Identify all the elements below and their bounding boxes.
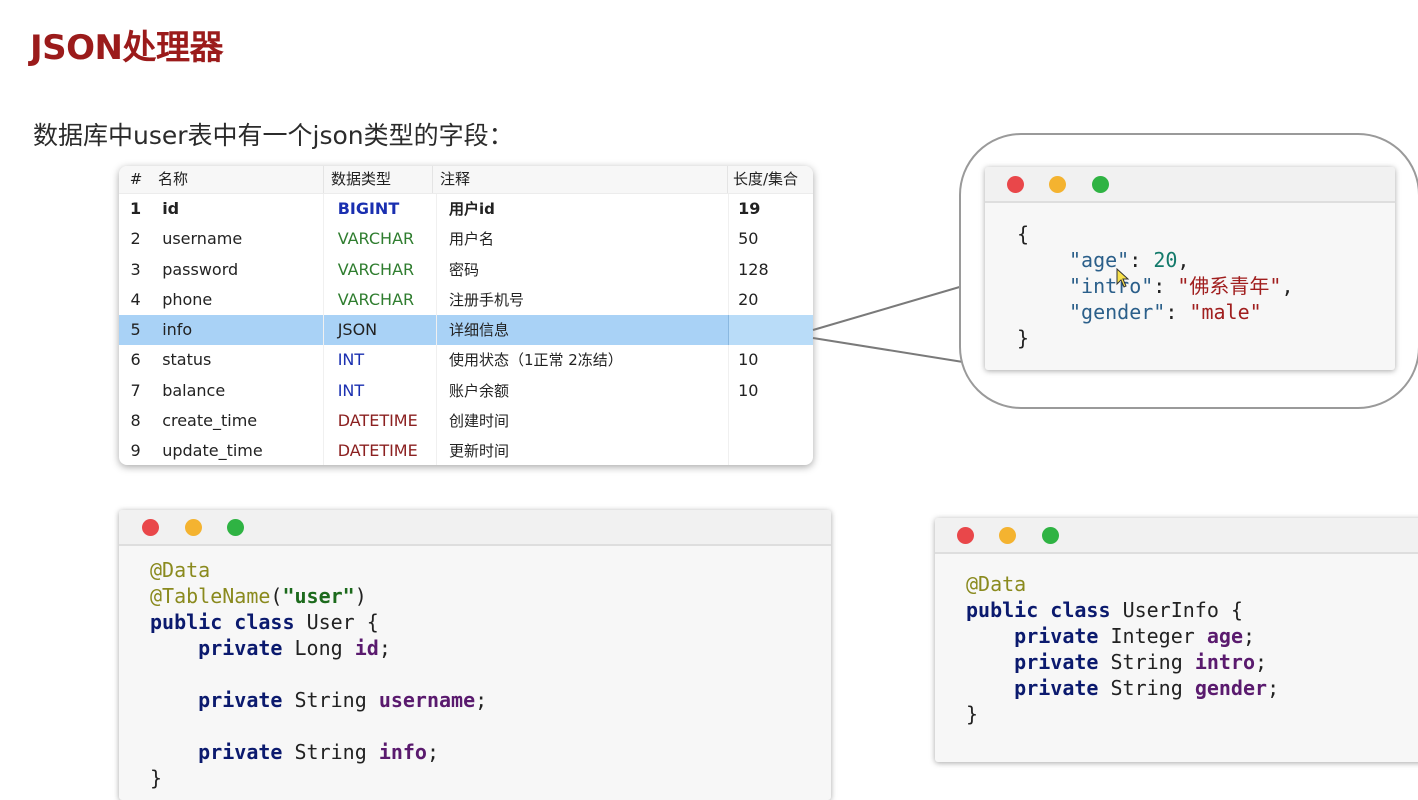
field-type: String (1110, 676, 1183, 700)
userinfo-class-code: @Data public class UserInfo { private In… (935, 554, 1418, 727)
kw-private: private (1014, 676, 1099, 700)
close-dot-icon[interactable] (1007, 176, 1024, 193)
json-value: "佛系青年" (1177, 274, 1282, 298)
json-window: { "age": 20, "intro": "佛系青年", "gender": "m… (985, 167, 1395, 370)
kw-private: private (198, 740, 283, 764)
field-name: age (1206, 624, 1243, 648)
kw-public: public (966, 598, 1039, 622)
kw-private: private (1014, 624, 1099, 648)
json-separator: : (1153, 274, 1178, 298)
json-value: "male" (1189, 300, 1262, 324)
field-type: Long (294, 636, 343, 660)
annotation-data: @Data (966, 572, 1027, 596)
json-comma: , (1177, 248, 1190, 272)
kw-public: public (150, 610, 223, 634)
semicolon: ; (475, 688, 488, 712)
user-class-window: @Data @TableName("user") public class Us… (119, 510, 831, 800)
semicolon: ; (426, 740, 440, 764)
semicolon: ; (378, 636, 391, 660)
paren-open: ( (270, 584, 283, 608)
class-close-brace: } (966, 702, 979, 726)
field-name: gender (1194, 676, 1268, 700)
json-separator: : (1165, 300, 1190, 324)
json-comma: , (1281, 274, 1294, 298)
field-type: Integer (1110, 624, 1195, 648)
json-entry: "gender": "male" (1017, 299, 1395, 325)
json-code: { "age": 20, "intro": "佛系青年", "gender": "m… (985, 203, 1395, 351)
field-name: intro (1194, 650, 1256, 674)
annotation-tablename: @TableName (150, 584, 271, 608)
json-separator: : (1129, 248, 1154, 272)
user-class-code: @Data @TableName("user") public class Us… (119, 546, 831, 791)
kw-private: private (198, 636, 283, 660)
annotation-data: @Data (150, 558, 211, 582)
json-entries: "age": 20, "intro": "佛系青年", "gender": "mal… (1017, 247, 1395, 325)
semicolon: ; (1255, 650, 1268, 674)
json-open-brace: { (1017, 222, 1030, 246)
window-titlebar (935, 518, 1418, 554)
class-name: User { (306, 610, 379, 634)
json-key: "gender" (1069, 300, 1166, 324)
kw-private: private (1014, 650, 1099, 674)
field-type: String (1110, 650, 1183, 674)
semicolon: ; (1267, 676, 1280, 700)
field-name: id (354, 636, 379, 660)
window-titlebar (985, 167, 1395, 203)
minimize-dot-icon[interactable] (1049, 176, 1066, 193)
json-key: "intro" (1069, 274, 1154, 298)
window-titlebar (119, 510, 831, 546)
mouse-cursor-icon (1116, 268, 1130, 288)
maximize-dot-icon[interactable] (1092, 176, 1109, 193)
userinfo-class-window: @Data public class UserInfo { private In… (935, 518, 1418, 762)
kw-private: private (198, 688, 283, 712)
class-close-brace: } (150, 766, 163, 790)
table-name-value: "user" (282, 584, 355, 608)
kw-class: class (1050, 598, 1111, 622)
field-type: String (294, 688, 367, 712)
close-dot-icon[interactable] (142, 519, 159, 536)
maximize-dot-icon[interactable] (227, 519, 244, 536)
kw-class: class (234, 610, 295, 634)
field-name: username (378, 688, 476, 712)
json-entry: "intro": "佛系青年", (1017, 273, 1395, 299)
semicolon: ; (1242, 624, 1256, 648)
close-dot-icon[interactable] (957, 527, 974, 544)
json-value: 20 (1153, 248, 1178, 272)
paren-close: ) (354, 584, 367, 608)
json-entry: "age": 20, (1017, 247, 1395, 273)
class-name: UserInfo { (1122, 598, 1243, 622)
maximize-dot-icon[interactable] (1042, 527, 1059, 544)
field-type: String (294, 740, 367, 764)
minimize-dot-icon[interactable] (185, 519, 202, 536)
minimize-dot-icon[interactable] (999, 527, 1016, 544)
json-close-brace: } (1017, 326, 1030, 350)
field-name: info (378, 740, 427, 764)
